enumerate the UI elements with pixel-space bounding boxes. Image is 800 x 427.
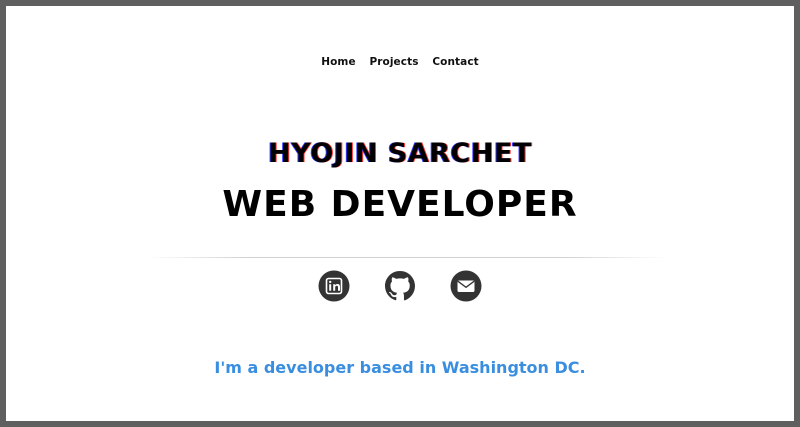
divider xyxy=(146,257,666,258)
github-icon[interactable] xyxy=(384,270,416,302)
linkedin-icon[interactable] xyxy=(318,270,350,302)
page-frame: Home Projects Contact HYOJIN SARCHET WEB… xyxy=(0,0,800,427)
nav-contact-link[interactable]: Contact xyxy=(432,56,478,68)
email-icon[interactable] xyxy=(450,270,482,302)
tagline: I'm a developer based in Washington DC. xyxy=(214,358,586,377)
social-links xyxy=(6,270,794,302)
hero-role: WEB DEVELOPER xyxy=(222,184,578,225)
nav-projects-link[interactable]: Projects xyxy=(369,56,418,68)
hero-name: HYOJIN SARCHET xyxy=(268,138,532,169)
main-nav: Home Projects Contact xyxy=(6,56,794,68)
nav-home-link[interactable]: Home xyxy=(321,56,355,68)
